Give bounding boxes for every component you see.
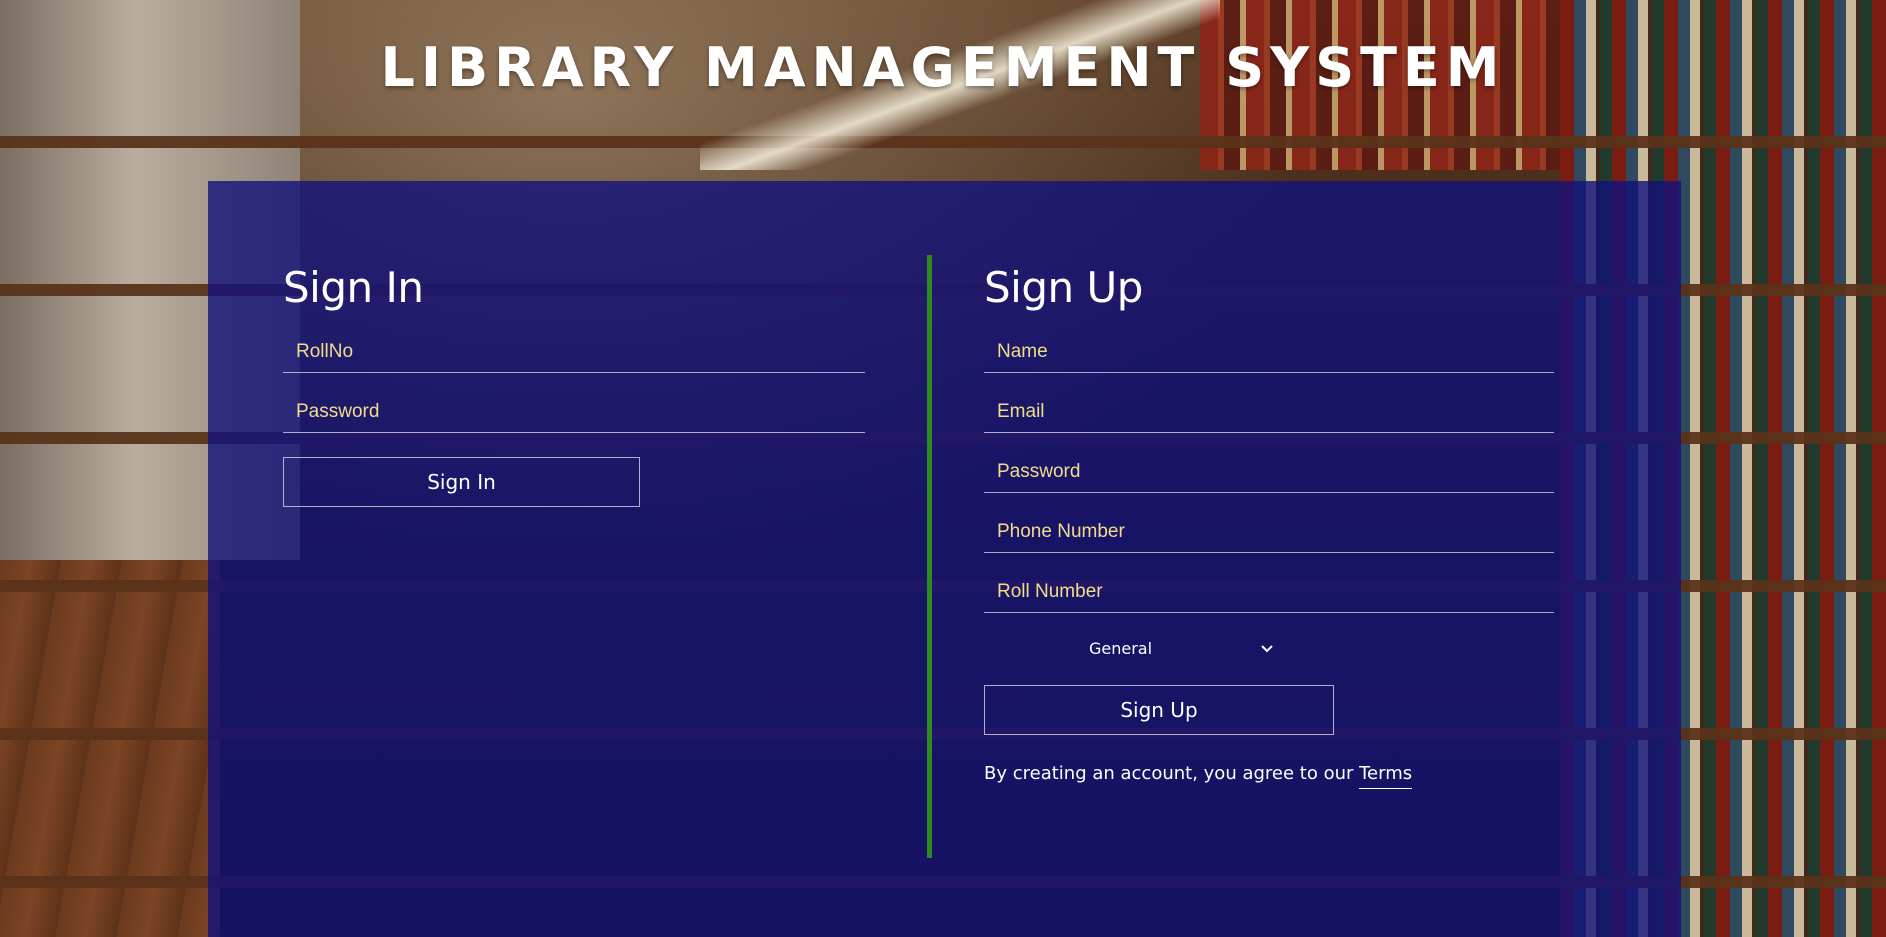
rollno-input[interactable] — [283, 333, 865, 371]
name-input[interactable] — [984, 333, 1554, 371]
app-title: LIBRARY MANAGEMENT SYSTEM — [380, 36, 1506, 99]
category-select-wrap: General — [984, 633, 1554, 668]
phone-field — [984, 513, 1554, 553]
signup-password-field — [984, 453, 1554, 493]
signin-password-input[interactable] — [283, 393, 865, 431]
signin-button[interactable]: Sign In — [283, 457, 640, 507]
signup-password-input[interactable] — [984, 453, 1554, 491]
section-divider — [927, 255, 932, 858]
roll-number-input[interactable] — [984, 573, 1554, 611]
category-select[interactable]: General — [1089, 633, 1275, 665]
signin-title: Sign In — [283, 263, 424, 312]
rollno-field — [283, 333, 865, 373]
signup-title: Sign Up — [984, 263, 1143, 312]
email-input[interactable] — [984, 393, 1554, 431]
signin-section: Sign In Sign In — [283, 261, 865, 507]
category-selected-value: General — [1089, 639, 1153, 658]
signin-password-field — [283, 393, 865, 433]
name-field — [984, 333, 1554, 373]
phone-input[interactable] — [984, 513, 1554, 551]
email-field — [984, 393, 1554, 433]
roll-number-field — [984, 573, 1554, 613]
signup-button[interactable]: Sign Up — [984, 685, 1334, 735]
terms-notice: By creating an account, you agree to our… — [984, 762, 1554, 789]
terms-link[interactable]: Terms — [1359, 763, 1413, 789]
chevron-down-icon — [1259, 633, 1275, 665]
terms-text: By creating an account, you agree to our — [984, 763, 1360, 784]
signup-section: Sign Up General Sign Up — [984, 261, 1554, 789]
auth-panel: Sign In Sign In Sign Up General — [208, 181, 1681, 937]
